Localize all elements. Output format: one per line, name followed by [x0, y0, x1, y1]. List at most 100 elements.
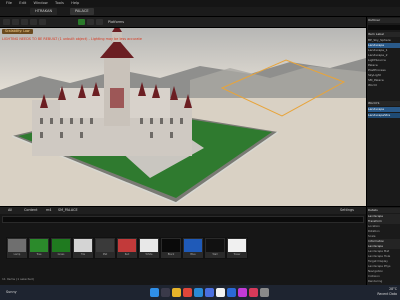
- chrome-icon[interactable]: [183, 288, 192, 297]
- asset-label: Mat: [102, 253, 108, 256]
- asset-label: Tile: [80, 253, 86, 256]
- breadcrumb-folder[interactable]: m4: [46, 207, 51, 214]
- details-title: Details: [368, 208, 400, 213]
- settings-button[interactable]: Settings: [340, 207, 354, 214]
- system-tray[interactable]: 28°C Recent Data: [377, 287, 397, 297]
- details-property[interactable]: Collision: [368, 274, 400, 279]
- asset-tile[interactable]: Tile: [72, 237, 94, 259]
- outliner-column-header: Item Label: [368, 32, 400, 37]
- search-icon[interactable]: [161, 288, 170, 297]
- outliner-title: Outliner: [368, 18, 400, 23]
- menu-file[interactable]: File: [6, 0, 12, 7]
- asset-thumbnail: [184, 239, 202, 252]
- asset-thumbnail: [228, 239, 246, 252]
- menu-edit[interactable]: Edit: [19, 0, 26, 7]
- asset-tile[interactable]: Lamp: [6, 237, 28, 259]
- content-icon[interactable]: [21, 19, 28, 25]
- world-settings-title: World S: [368, 101, 400, 106]
- scene-render: [0, 28, 366, 206]
- details-property[interactable]: Target Display: [368, 259, 400, 264]
- asset-thumbnail: [52, 239, 70, 252]
- outliner-panel: Outliner Item Label BP_Sky_Sphere Landsc…: [366, 17, 400, 206]
- stop-icon[interactable]: [96, 19, 103, 25]
- explorer-icon[interactable]: [172, 288, 181, 297]
- app-icon[interactable]: [249, 288, 258, 297]
- asset-label: Tree: [36, 253, 42, 256]
- pause-icon[interactable]: [87, 19, 94, 25]
- search-input[interactable]: [2, 216, 364, 223]
- unreal-icon[interactable]: [216, 288, 225, 297]
- breadcrumb-all[interactable]: All: [8, 207, 12, 214]
- asset-label: White: [145, 253, 153, 256]
- save-icon[interactable]: [3, 19, 10, 25]
- asset-label: Blue: [190, 253, 196, 256]
- edge-icon[interactable]: [194, 288, 203, 297]
- asset-thumbnail: [74, 239, 92, 252]
- details-property[interactable]: Navigation: [368, 269, 400, 274]
- asset-tile[interactable]: Blue: [182, 237, 204, 259]
- details-property[interactable]: Landscape Hole: [368, 254, 400, 259]
- app2-icon[interactable]: [260, 288, 269, 297]
- item-count: 11 items (1 selected): [2, 277, 34, 281]
- outliner-item[interactable]: World: [368, 83, 400, 88]
- details-property[interactable]: Landscape Mat: [368, 249, 400, 254]
- asset-thumbnail: [96, 239, 114, 252]
- menu-bar: File Edit Window Tools Help: [0, 0, 400, 7]
- windows-icon[interactable]: [150, 288, 159, 297]
- asset-tile[interactable]: Tower: [226, 237, 248, 259]
- asset-tile[interactable]: White: [138, 237, 160, 259]
- details-section[interactable]: Transform: [368, 219, 400, 224]
- mode-icon[interactable]: [12, 19, 19, 25]
- clock-date: Recent Data: [377, 292, 397, 296]
- tab-htrakan[interactable]: HTRAKAN: [30, 8, 58, 15]
- photos-icon[interactable]: [238, 288, 247, 297]
- details-section[interactable]: Information: [368, 239, 400, 244]
- asset-tile[interactable]: Grass: [50, 237, 72, 259]
- details-section[interactable]: Landscape: [368, 244, 400, 249]
- details-property[interactable]: Rotation: [368, 229, 400, 234]
- menu-window[interactable]: Window: [34, 0, 48, 7]
- asset-label: Black: [167, 253, 175, 256]
- asset-thumbnail: [140, 239, 158, 252]
- menu-tools[interactable]: Tools: [55, 0, 64, 7]
- asset-thumbnail: [30, 239, 48, 252]
- asset-label: Lamp: [13, 253, 21, 256]
- breadcrumb-current[interactable]: SM_PALACE: [58, 207, 78, 214]
- asset-tile[interactable]: Wall: [204, 237, 226, 259]
- asset-tile[interactable]: Red: [116, 237, 138, 259]
- asset-tile[interactable]: Tree: [28, 237, 50, 259]
- asset-label: Tower: [233, 253, 241, 256]
- details-property[interactable]: Scale: [368, 234, 400, 239]
- asset-thumbnail: [206, 239, 224, 252]
- platforms-button[interactable]: Platforms: [108, 19, 124, 25]
- selected-item[interactable]: LandscapeStre: [368, 113, 400, 118]
- scalability-badge: Scalability: Low: [2, 29, 33, 34]
- breadcrumb-content[interactable]: Content: [24, 207, 38, 214]
- level-tabs: HTRAKAN PALACE: [0, 7, 400, 17]
- play-icon[interactable]: [78, 19, 85, 25]
- content-browser: All Content m4 SM_PALACE Settings Lamp Tr…: [0, 206, 366, 286]
- details-section[interactable]: Landscape: [368, 214, 400, 219]
- content-path-bar: All Content m4 SM_PALACE Settings: [0, 207, 366, 214]
- details-property[interactable]: Rendering: [368, 279, 400, 284]
- selected-item[interactable]: Landscape: [368, 107, 400, 112]
- mail-icon[interactable]: [227, 288, 236, 297]
- taskbar: Sunny 28°C Recent Data: [0, 285, 400, 300]
- asset-thumbnail: [118, 239, 136, 252]
- outliner-search[interactable]: [368, 25, 400, 30]
- weather-widget[interactable]: Sunny: [6, 289, 17, 296]
- asset-tile[interactable]: Black: [160, 237, 182, 259]
- details-property[interactable]: Landscape Phys: [368, 264, 400, 269]
- lighting-warning: LIGHTING NEEDS TO BE REBUILT (1 unbuilt …: [2, 37, 142, 41]
- tab-palace[interactable]: PALACE: [70, 8, 94, 15]
- details-panel: Details Landscape Transform Location Rotati…: [366, 206, 400, 286]
- blueprint-icon[interactable]: [30, 19, 37, 25]
- cinematics-icon[interactable]: [39, 19, 46, 25]
- asset-tile[interactable]: Mat: [94, 237, 116, 259]
- store-icon[interactable]: [205, 288, 214, 297]
- menu-help[interactable]: Help: [71, 0, 79, 7]
- details-property[interactable]: Location: [368, 224, 400, 229]
- level-viewport[interactable]: Scalability: Low LIGHTING NEEDS TO BE RE…: [0, 28, 366, 206]
- asset-label: Wall: [212, 253, 218, 256]
- asset-thumbnail: [8, 239, 26, 252]
